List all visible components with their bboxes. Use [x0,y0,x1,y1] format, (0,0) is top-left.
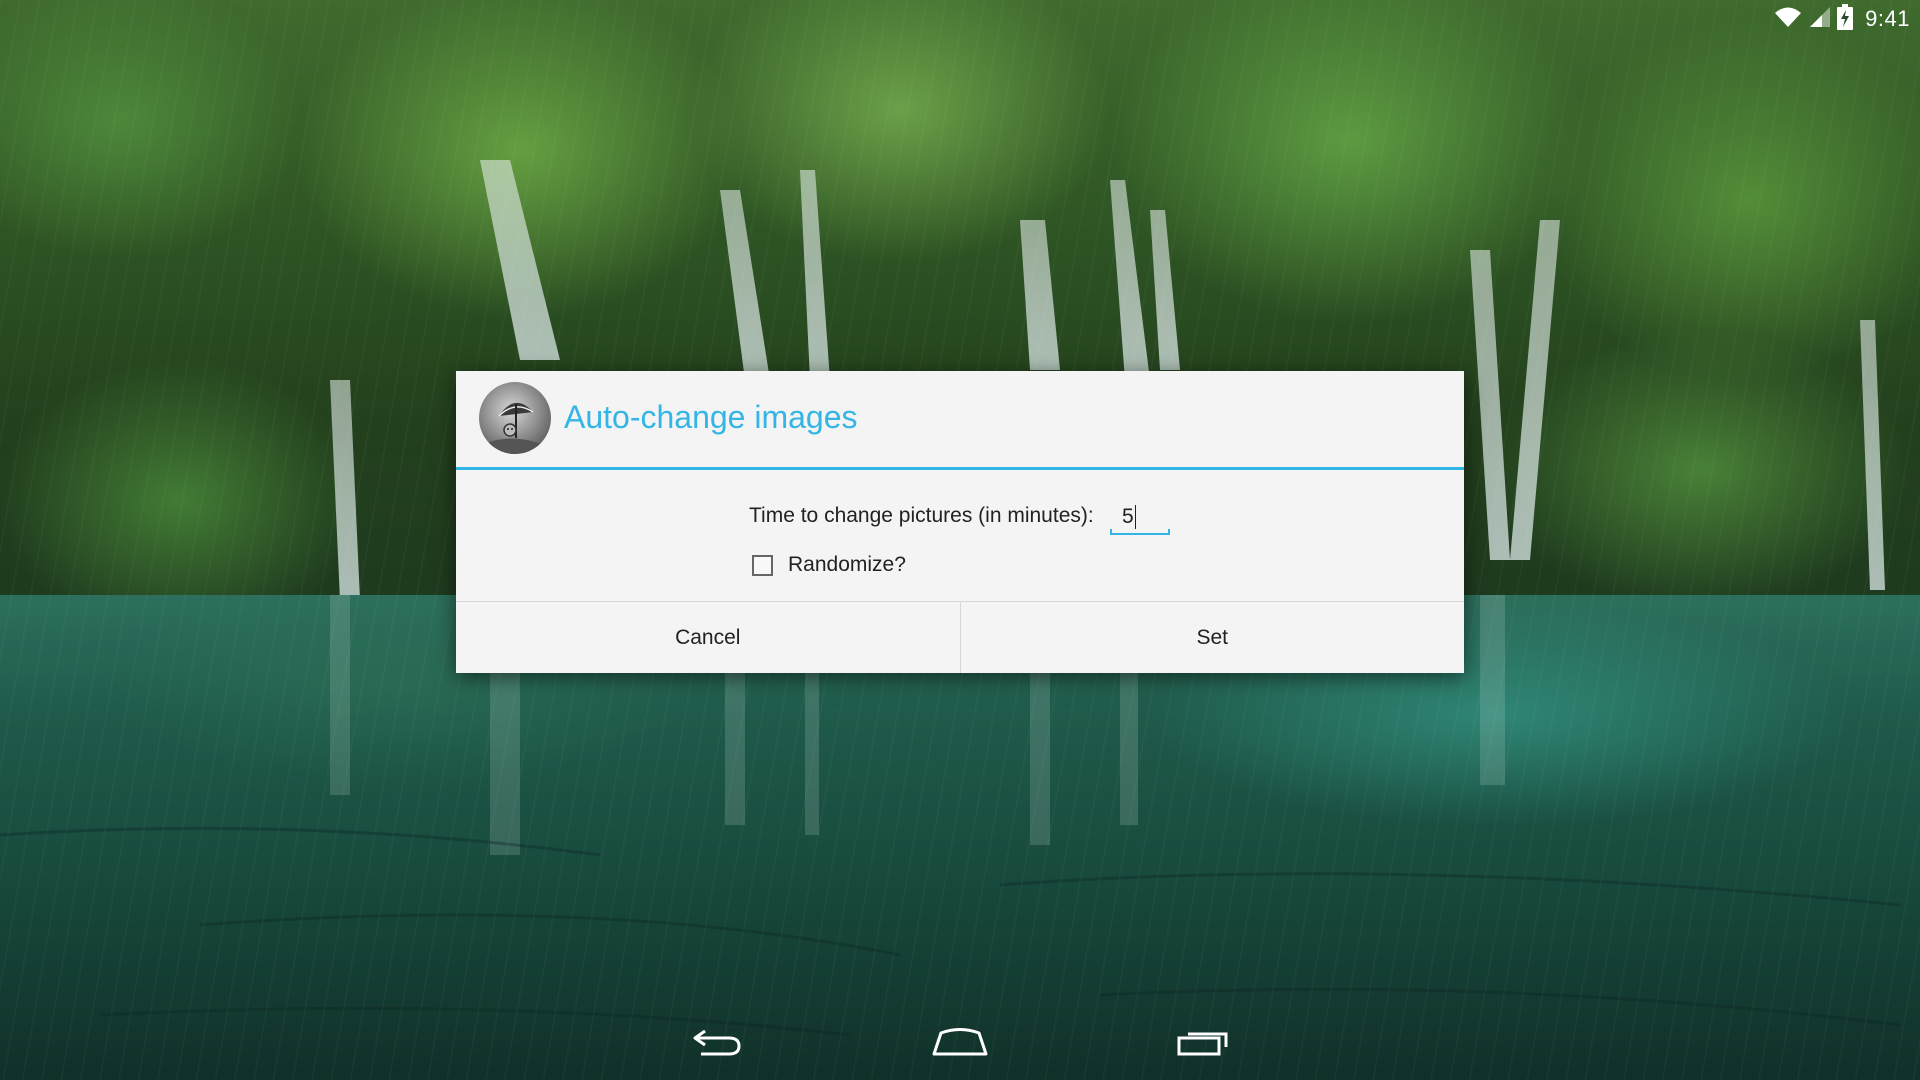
wifi-icon [1773,5,1803,34]
home-screen: 9:41 Auto-change images Time to change p… [0,0,1920,1080]
dialog-title: Auto-change images [564,399,858,435]
battery-charging-icon [1837,3,1854,35]
auto-change-dialog: Auto-change images Time to change pictur… [456,371,1464,673]
home-button[interactable] [920,1022,1000,1066]
recents-icon [1176,1027,1232,1062]
interval-label: Time to change pictures (in minutes): [749,504,1094,527]
randomize-checkbox[interactable] [752,554,773,576]
dialog-body: Time to change pictures (in minutes): Ra… [456,470,1464,602]
randomize-row[interactable]: Randomize? [752,550,906,580]
cell-signal-icon [1809,5,1831,34]
home-icon [931,1027,989,1062]
interval-input[interactable] [1110,495,1170,535]
text-cursor [1135,505,1136,529]
randomize-label[interactable]: Randomize? [788,553,906,577]
back-button[interactable] [677,1022,757,1066]
dialog-button-bar: Cancel Set [456,601,1464,673]
navigation-bar [0,1008,1920,1080]
status-bar: 9:41 [1773,0,1920,38]
dialog-header: Auto-change images [456,371,1464,470]
status-time: 9:41 [1865,6,1910,31]
back-icon [689,1027,745,1062]
input-underline-left-edge [1110,529,1112,535]
recents-button[interactable] [1164,1022,1244,1066]
umbrella-avatar-icon [479,382,551,454]
cancel-button[interactable]: Cancel [456,602,960,673]
set-button[interactable]: Set [959,602,1465,673]
input-underline-right-edge [1168,529,1170,535]
